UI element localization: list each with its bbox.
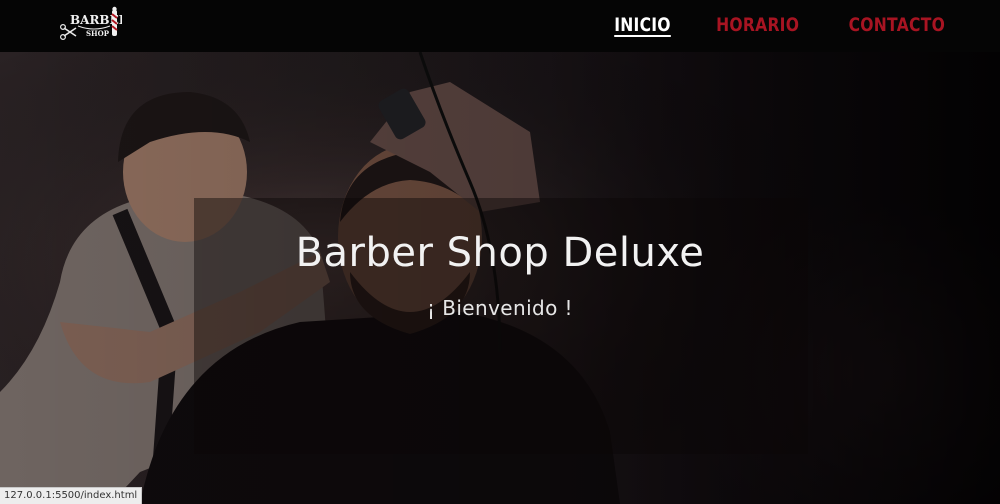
hero-section xyxy=(0,52,1000,504)
hero-subtitle: ¡ Bienvenido ! xyxy=(427,296,573,320)
barber-pole-logo-icon: BARBER SHOP xyxy=(59,6,130,41)
barber-shop-logo[interactable]: BARBER SHOP xyxy=(58,6,130,42)
nav-link-inicio[interactable]: INICIO xyxy=(614,10,671,40)
hero-title: Barber Shop Deluxe xyxy=(295,230,705,276)
svg-text:SHOP: SHOP xyxy=(86,29,110,38)
nav-link-horario[interactable]: HORARIO xyxy=(716,10,799,40)
nav-link-contacto[interactable]: CONTACTO xyxy=(849,10,945,40)
browser-status-bar-url: 127.0.0.1:5500/index.html xyxy=(0,487,143,504)
main-nav: INICIO HORARIO CONTACTO xyxy=(608,10,956,40)
navbar: BARBER SHOP INICIO HORARIO CONTACTO xyxy=(0,0,1000,52)
